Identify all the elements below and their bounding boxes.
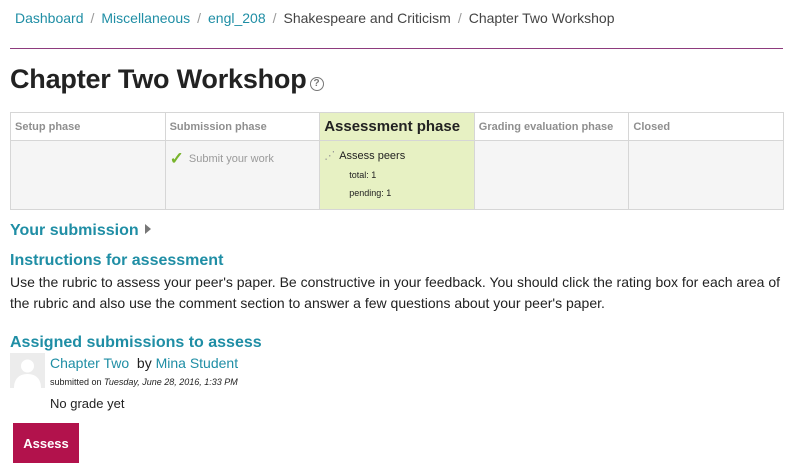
page-title-text: Chapter Two Workshop bbox=[10, 64, 307, 94]
submission-title-link[interactable]: Chapter Two bbox=[50, 355, 129, 371]
your-submission-toggle[interactable]: Your submission bbox=[10, 222, 151, 240]
task-label: Assess peers bbox=[339, 150, 406, 162]
task-info-total: total: 1 bbox=[349, 170, 377, 180]
breadcrumb-separator: / bbox=[272, 10, 277, 26]
submission-date: submitted on Tuesday, June 28, 2016, 1:3… bbox=[50, 377, 238, 387]
assess-button[interactable]: Assess bbox=[13, 423, 79, 463]
task-submit-work: ✓ Submit your work bbox=[166, 141, 320, 169]
breadcrumb-miscellaneous[interactable]: Miscellaneous bbox=[101, 10, 190, 26]
instructions-heading: Instructions for assessment bbox=[10, 252, 224, 269]
phase-submission-header: Submission phase bbox=[164, 112, 321, 141]
breadcrumb: Dashboard / Miscellaneous / engl_208 / Shakesp… bbox=[15, 10, 614, 26]
todo-icon: ⋰ bbox=[324, 150, 336, 162]
phase-setup-tasks bbox=[10, 140, 166, 210]
grade-status: No grade yet bbox=[50, 396, 125, 411]
submitted-date: Tuesday, June 28, 2016, 1:33 PM bbox=[104, 377, 238, 387]
submission-line: Chapter Two by Mina Student bbox=[50, 355, 238, 371]
phase-closed-header: Closed bbox=[628, 112, 784, 141]
breadcrumb-dashboard[interactable]: Dashboard bbox=[15, 10, 84, 26]
help-icon[interactable]: ? bbox=[309, 77, 324, 91]
phase-assessment-header: Assessment phase bbox=[319, 112, 475, 141]
assigned-submissions-heading: Assigned submissions to assess bbox=[10, 334, 262, 351]
check-icon: ✓ bbox=[169, 149, 184, 168]
breadcrumb-separator: / bbox=[197, 10, 201, 26]
author-link[interactable]: Mina Student bbox=[156, 355, 239, 371]
breadcrumb-section: Shakespeare and Criticism bbox=[283, 10, 451, 26]
avatar[interactable] bbox=[10, 353, 45, 388]
breadcrumb-current: Chapter Two Workshop bbox=[468, 10, 615, 26]
phase-grading-header: Grading evaluation phase bbox=[473, 112, 630, 141]
phase-submission-tasks: ✓ Submit your work bbox=[164, 140, 321, 210]
by-label: by bbox=[136, 355, 152, 371]
breadcrumb-separator: / bbox=[457, 10, 462, 26]
header-divider bbox=[10, 48, 783, 49]
workshop-phases-table: Setup phase Submission phase Assessment … bbox=[10, 112, 784, 210]
breadcrumb-course[interactable]: engl_208 bbox=[208, 10, 266, 26]
phase-grading-tasks bbox=[473, 140, 630, 210]
user-placeholder-icon bbox=[14, 359, 41, 388]
task-label: Submit your work bbox=[188, 153, 274, 165]
expand-arrow-icon bbox=[144, 224, 151, 234]
phase-assessment-tasks: ⋰ Assess peers total: 1 pending: 1 bbox=[319, 140, 475, 210]
submitted-label: submitted on bbox=[50, 377, 102, 387]
instructions-text: Use the rubric to assess your peer's pap… bbox=[10, 274, 780, 311]
your-submission-label: Your submission bbox=[10, 222, 139, 239]
breadcrumb-separator: / bbox=[90, 10, 95, 26]
task-assess-peers: ⋰ Assess peers bbox=[320, 141, 474, 162]
page-title: Chapter Two Workshop? bbox=[10, 64, 324, 95]
phase-setup-header: Setup phase bbox=[10, 112, 166, 141]
phase-closed-tasks bbox=[628, 140, 784, 210]
task-info-pending: pending: 1 bbox=[349, 188, 392, 198]
